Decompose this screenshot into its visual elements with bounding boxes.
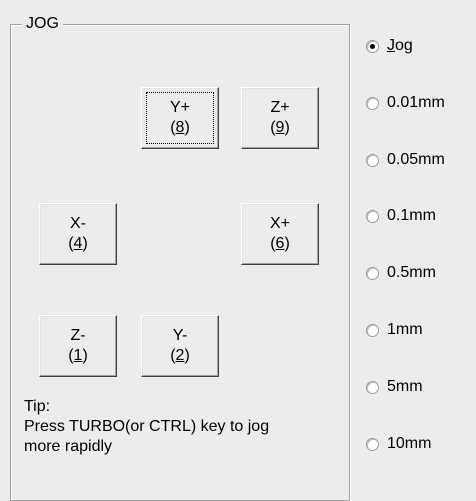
tip-title: Tip: <box>24 398 51 415</box>
jog-z-minus-key-label: (1) <box>68 347 88 364</box>
radio-circle-icon <box>366 96 379 110</box>
step-option-label: 1mm <box>387 321 423 338</box>
jog-x-minus-button[interactable]: X- (4) <box>39 203 117 265</box>
step-option-1mm[interactable]: 1mm <box>366 319 423 341</box>
jog-y-minus-axis-label: Y- <box>172 327 188 344</box>
jog-y-plus-key-label: (8) <box>170 119 190 136</box>
jog-y-minus-button[interactable]: Y- (2) <box>141 315 219 377</box>
step-option-jog-label: Jog <box>387 37 413 54</box>
jog-x-plus-key-label: (6) <box>270 235 290 252</box>
jog-y-plus-axis-label: Y+ <box>169 99 190 116</box>
jog-x-plus-button[interactable]: X+ (6) <box>241 203 319 265</box>
step-option-label: 5mm <box>387 378 423 395</box>
radio-circle-icon <box>366 153 379 167</box>
radio-circle-icon <box>366 380 379 394</box>
jog-z-plus-button[interactable]: Z+ (9) <box>241 87 319 149</box>
jog-z-minus-button[interactable]: Z- (1) <box>39 315 117 377</box>
step-option-10mm[interactable]: 10mm <box>366 433 431 455</box>
step-option-0-5mm[interactable]: 0.5mm <box>366 262 436 284</box>
step-option-5mm[interactable]: 5mm <box>366 376 423 398</box>
tip-line-1: Press TURBO(or CTRL) key to jog <box>24 418 270 435</box>
jog-x-minus-key-label: (4) <box>68 235 88 252</box>
jog-group-title: JOG <box>22 14 63 34</box>
jog-y-plus-button[interactable]: Y+ (8) <box>141 87 219 149</box>
step-option-0-05mm[interactable]: 0.05mm <box>366 149 445 171</box>
step-option-label: 10mm <box>387 435 432 452</box>
radio-circle-icon <box>366 39 379 53</box>
step-option-jog[interactable]: Jog <box>366 35 413 57</box>
jog-z-plus-key-label: (9) <box>270 119 290 136</box>
jog-tip: Tip: Press TURBO(or CTRL) key to jog mor… <box>24 397 342 457</box>
radio-circle-icon <box>366 209 379 223</box>
step-option-label: 0.05mm <box>387 151 445 168</box>
radio-selected-dot-icon <box>370 43 375 49</box>
step-option-label: 0.5mm <box>387 264 436 281</box>
step-option-0-1mm[interactable]: 0.1mm <box>366 205 436 227</box>
step-option-0-01mm[interactable]: 0.01mm <box>366 92 445 114</box>
radio-circle-icon <box>366 266 379 280</box>
jog-z-plus-axis-label: Z+ <box>270 99 290 116</box>
tip-line-2: more rapidly <box>24 438 113 455</box>
radio-circle-icon <box>366 437 379 451</box>
radio-circle-icon <box>366 323 379 337</box>
jog-y-minus-key-label: (2) <box>170 347 190 364</box>
jog-x-minus-axis-label: X- <box>70 215 86 232</box>
step-option-label: 0.01mm <box>387 94 445 111</box>
jog-z-minus-axis-label: Z- <box>70 327 86 344</box>
jog-x-plus-axis-label: X+ <box>269 215 290 232</box>
step-option-label: 0.1mm <box>387 207 436 224</box>
